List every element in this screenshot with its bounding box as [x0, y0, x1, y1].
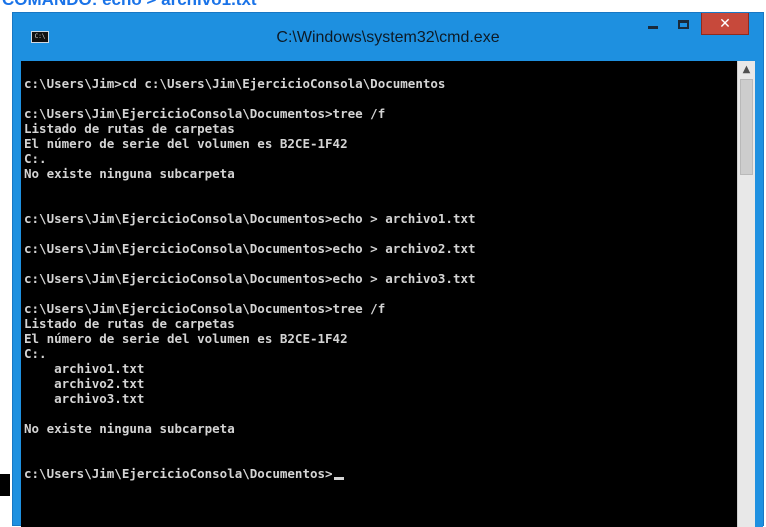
scrollbar-thumb[interactable]: [740, 79, 753, 175]
console-line-text: El número de serie del volumen es B2CE-1…: [24, 331, 348, 346]
title-bar[interactable]: C:\ C:\Windows\system32\cmd.exe ✕: [13, 13, 763, 61]
console-line: c:\Users\Jim\EjercicioConsola\Documentos…: [21, 301, 737, 316]
background-edge: [0, 474, 10, 496]
console-line: c:\Users\Jim>cd c:\Users\Jim\EjercicioCo…: [21, 76, 737, 91]
console-line-text: c:\Users\Jim\EjercicioConsola\Documentos…: [24, 301, 386, 316]
console-line: c:\Users\Jim\EjercicioConsola\Documentos…: [21, 106, 737, 121]
console-line: archivo1.txt: [21, 361, 737, 376]
console-line-text: C:.: [24, 151, 47, 166]
console-line: c:\Users\Jim\EjercicioConsola\Documentos…: [21, 211, 737, 226]
cmd-window: C:\ C:\Windows\system32\cmd.exe ✕ c:\Use…: [12, 12, 764, 527]
close-icon: ✕: [719, 15, 731, 32]
console-line: archivo2.txt: [21, 376, 737, 391]
console-line: Listado de rutas de carpetas: [21, 121, 737, 136]
maximize-icon: [677, 19, 689, 29]
console-line: El número de serie del volumen es B2CE-1…: [21, 331, 737, 346]
console-line-text: No existe ninguna subcarpeta: [24, 421, 235, 436]
console-line: No existe ninguna subcarpeta: [21, 166, 737, 181]
console-line-text: c:\Users\Jim\EjercicioConsola\Documentos…: [24, 271, 476, 286]
console-line-text: c:\Users\Jim\EjercicioConsola\Documentos…: [24, 241, 476, 256]
scroll-up-arrow-icon[interactable]: ▲: [738, 61, 755, 79]
console-line: C:.: [21, 346, 737, 361]
console-line-text: c:\Users\Jim>cd c:\Users\Jim\EjercicioCo…: [24, 76, 446, 91]
console-line-text: Listado de rutas de carpetas: [24, 121, 235, 136]
console-line-text: c:\Users\Jim\EjercicioConsola\Documentos…: [24, 466, 333, 481]
console-line-text: archivo2.txt: [24, 376, 145, 391]
maximize-button[interactable]: [669, 13, 697, 35]
document-heading: COMANDO: echo > archivo1.txt: [2, 0, 257, 10]
minimize-icon: [648, 25, 658, 29]
console-line-text: c:\Users\Jim\EjercicioConsola\Documentos…: [24, 211, 476, 226]
console-line: archivo3.txt: [21, 391, 737, 406]
console-line-text: Listado de rutas de carpetas: [24, 316, 235, 331]
console-line: c:\Users\Jim\EjercicioConsola\Documentos…: [21, 271, 737, 286]
console-line: Listado de rutas de carpetas: [21, 316, 737, 331]
window-frame-right: [755, 61, 763, 527]
vertical-scrollbar[interactable]: ▲: [737, 61, 755, 527]
console-line-text: No existe ninguna subcarpeta: [24, 166, 235, 181]
console-line: C:.: [21, 151, 737, 166]
console-line-text: c:\Users\Jim\EjercicioConsola\Documentos…: [24, 106, 386, 121]
console-line: No existe ninguna subcarpeta: [21, 421, 737, 436]
console-line-text: archivo1.txt: [24, 361, 145, 376]
minimize-button[interactable]: [639, 13, 667, 35]
console-line-text: C:.: [24, 346, 47, 361]
console-line-text: El número de serie del volumen es B2CE-1…: [24, 136, 348, 151]
console-output[interactable]: c:\Users\Jim>cd c:\Users\Jim\EjercicioCo…: [21, 61, 737, 527]
console-line: c:\Users\Jim\EjercicioConsola\Documentos…: [21, 241, 737, 256]
text-cursor: [333, 477, 344, 480]
console-line: c:\Users\Jim\EjercicioConsola\Documentos…: [21, 466, 737, 481]
close-button[interactable]: ✕: [701, 13, 749, 35]
console-line: El número de serie del volumen es B2CE-1…: [21, 136, 737, 151]
console-line-text: archivo3.txt: [24, 391, 145, 406]
